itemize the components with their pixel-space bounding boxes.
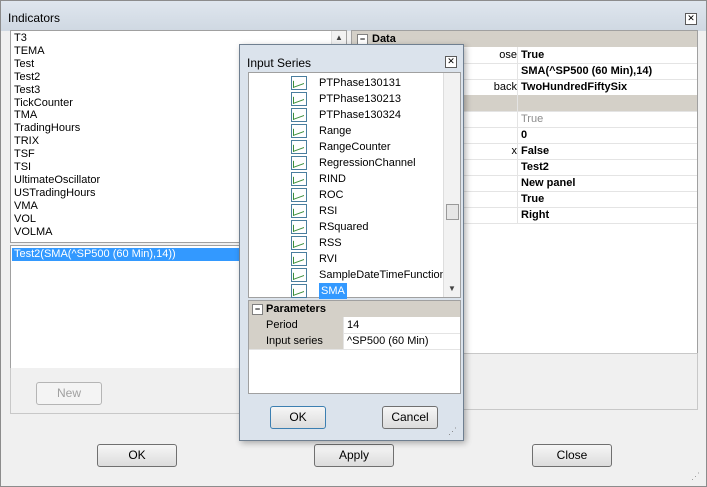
indicator-icon <box>291 172 307 186</box>
indicator-list-item[interactable]: TMA <box>14 109 37 122</box>
param-label: Period <box>249 317 343 333</box>
scroll-up-icon[interactable]: ▲ <box>332 32 346 44</box>
applied-indicator-item[interactable]: Test2(SMA(^SP500 (60 Min),14)) <box>12 248 241 261</box>
property-value[interactable] <box>517 95 697 111</box>
dialog-resize-grip-icon[interactable]: ⋰ <box>448 426 457 437</box>
series-item[interactable]: PTPhase130213 <box>319 91 401 107</box>
indicator-list-item[interactable]: UltimateOscillator <box>14 174 100 187</box>
series-item[interactable]: RangeCounter <box>319 139 391 155</box>
resize-grip-icon[interactable]: ⋰ <box>691 471 703 483</box>
series-item[interactable]: RSquared <box>319 219 369 235</box>
series-tree[interactable]: PTPhase130131 PTPhase130213 PTPhase130324 R… <box>248 72 461 299</box>
indicator-icon <box>291 220 307 234</box>
indicator-icon <box>291 124 307 138</box>
scroll-thumb[interactable] <box>446 204 459 220</box>
series-item[interactable]: RSI <box>319 203 337 219</box>
indicator-list-item[interactable]: Test2 <box>14 71 40 84</box>
new-button[interactable]: New <box>36 382 102 405</box>
property-value[interactable]: Test2 <box>517 159 697 175</box>
indicator-list-item[interactable]: USTradingHours <box>14 187 96 200</box>
property-value[interactable]: False <box>517 143 697 159</box>
property-value[interactable]: 0 <box>517 127 697 143</box>
property-value[interactable]: True <box>517 47 697 63</box>
indicator-list-item[interactable]: VOL <box>14 213 36 226</box>
property-value[interactable]: True <box>517 111 697 127</box>
indicator-icon <box>291 140 307 154</box>
indicator-list-item[interactable]: T3 <box>14 32 27 45</box>
indicator-icon <box>291 156 307 170</box>
period-field[interactable]: 14 <box>343 317 460 333</box>
series-item[interactable]: ROC <box>319 187 343 203</box>
indicator-list-item[interactable]: VMA <box>14 200 38 213</box>
series-item[interactable]: RegressionChannel <box>319 155 416 171</box>
indicator-list-item[interactable]: VOLMA <box>14 226 53 239</box>
dialog-cancel-button[interactable]: Cancel <box>382 406 438 429</box>
ok-button[interactable]: OK <box>97 444 177 467</box>
series-item[interactable]: Range <box>319 123 351 139</box>
indicator-list-item[interactable]: Test3 <box>14 84 40 97</box>
property-value[interactable]: New panel <box>517 175 697 191</box>
indicator-icon <box>291 188 307 202</box>
param-row-period[interactable]: Period 14 <box>249 317 460 334</box>
series-tree-scrollbar[interactable]: ▼ <box>443 73 460 297</box>
indicator-list-item[interactable]: TSF <box>14 148 35 161</box>
indicator-list-item[interactable]: TRIX <box>14 135 39 148</box>
series-item[interactable]: RIND <box>319 171 346 187</box>
indicator-icon <box>291 252 307 266</box>
indicator-icon <box>291 108 307 122</box>
series-item[interactable]: PTPhase130131 <box>319 75 401 91</box>
dialog-title: Input Series <box>247 56 312 70</box>
indicator-list-item[interactable]: TradingHours <box>14 122 80 135</box>
input-series-dialog: Input Series ✕ PTPhase130131 PTPhase13021… <box>239 44 464 441</box>
series-item[interactable]: RSS <box>319 235 342 251</box>
apply-button[interactable]: Apply <box>314 444 394 467</box>
dialog-close-icon[interactable]: ✕ <box>445 56 457 68</box>
indicator-list-item[interactable]: TEMA <box>14 45 45 58</box>
parameters-collapse-icon[interactable]: − <box>252 304 263 315</box>
parameters-grid: − Parameters Period 14 Input series ^SP5… <box>248 300 461 394</box>
title-bar: Indicators ✕ <box>1 1 706 31</box>
close-button[interactable]: Close <box>532 444 612 467</box>
property-value[interactable]: SMA(^SP500 (60 Min),14) <box>517 63 697 79</box>
scroll-down-icon[interactable]: ▼ <box>445 283 459 295</box>
series-item[interactable]: SMA <box>319 283 347 299</box>
parameters-label: Parameters <box>266 303 326 315</box>
indicator-icon <box>291 92 307 106</box>
indicator-icon <box>291 236 307 250</box>
indicator-icon <box>291 204 307 218</box>
indicator-icon <box>291 76 307 90</box>
series-item[interactable]: PTPhase130324 <box>319 107 401 123</box>
parameters-header: − Parameters <box>249 301 460 317</box>
input-series-field[interactable]: ^SP500 (60 Min) <box>343 333 460 349</box>
indicator-icon <box>291 268 307 282</box>
property-value[interactable]: TwoHundredFiftySix <box>517 79 697 95</box>
indicator-list-item[interactable]: Test <box>14 58 34 71</box>
indicator-list-item[interactable]: TickCounter <box>14 97 73 110</box>
close-icon[interactable]: ✕ <box>685 13 697 25</box>
property-value[interactable]: Right <box>517 207 697 223</box>
series-item[interactable]: SampleDateTimeFunctions <box>319 267 451 283</box>
dialog-ok-button[interactable]: OK <box>270 406 326 429</box>
property-value[interactable]: True <box>517 191 697 207</box>
param-label: Input series <box>249 333 343 349</box>
series-item[interactable]: RVI <box>319 251 337 267</box>
param-row-input-series[interactable]: Input series ^SP500 (60 Min) <box>249 333 460 350</box>
window-title: Indicators <box>8 11 61 25</box>
indicator-icon <box>291 284 307 298</box>
indicator-list-item[interactable]: TSI <box>14 161 31 174</box>
